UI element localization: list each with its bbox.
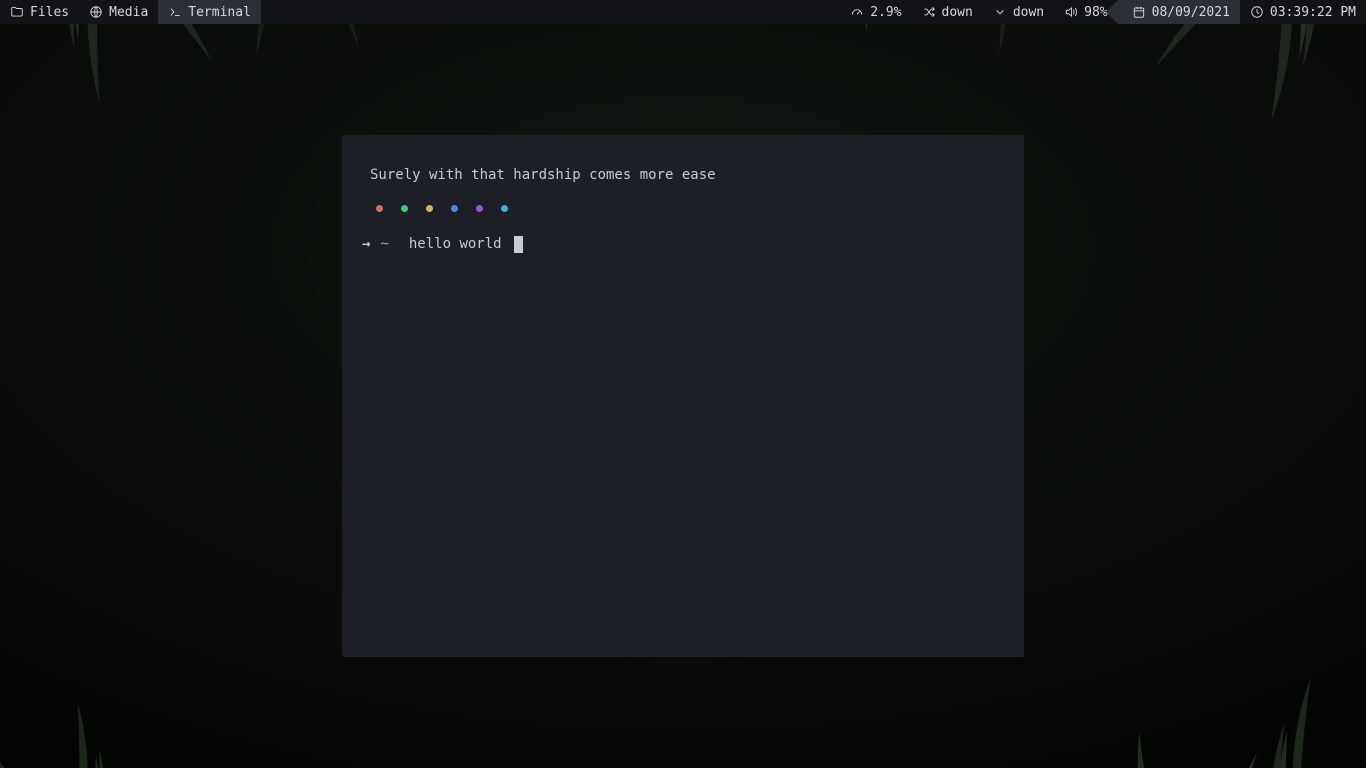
palette-dot bbox=[501, 205, 508, 212]
calendar-icon bbox=[1132, 5, 1146, 19]
prompt-arrow-icon: → bbox=[362, 234, 370, 256]
time-status[interactable]: 03:39:22 PM bbox=[1240, 0, 1366, 24]
status-group: 2.9% down down 98% 08/09/2021 03:39:22 P… bbox=[840, 0, 1366, 24]
cpu-status[interactable]: 2.9% bbox=[840, 0, 911, 24]
terminal-color-palette bbox=[376, 205, 1004, 212]
shuffle-icon bbox=[922, 5, 936, 19]
palette-dot bbox=[376, 205, 383, 212]
network-down-status[interactable]: down bbox=[983, 0, 1054, 24]
workspace-label: Terminal bbox=[188, 5, 251, 20]
workspace-list: Files Media Terminal bbox=[0, 0, 261, 24]
date-status[interactable]: 08/09/2021 bbox=[1118, 0, 1240, 24]
palette-dot bbox=[451, 205, 458, 212]
time-value: 03:39:22 PM bbox=[1270, 5, 1356, 20]
terminal-motd: Surely with that hardship comes more eas… bbox=[370, 165, 1004, 187]
terminal-icon bbox=[168, 5, 182, 19]
chevron-down-icon bbox=[993, 5, 1007, 19]
globe-icon bbox=[89, 5, 103, 19]
palette-dot bbox=[401, 205, 408, 212]
volume-icon bbox=[1064, 5, 1078, 19]
folder-icon bbox=[10, 5, 24, 19]
workspace-label: Files bbox=[30, 5, 69, 20]
palette-dot bbox=[426, 205, 433, 212]
network-up-status[interactable]: down bbox=[912, 0, 983, 24]
palette-dot bbox=[476, 205, 483, 212]
terminal-window[interactable]: Surely with that hardship comes more eas… bbox=[342, 135, 1024, 657]
volume-value: 98% bbox=[1084, 5, 1107, 20]
network-down-value: down bbox=[1013, 5, 1044, 20]
cpu-value: 2.9% bbox=[870, 5, 901, 20]
workspace-media[interactable]: Media bbox=[79, 0, 158, 24]
prompt-command: hello world bbox=[409, 234, 502, 256]
terminal-cursor bbox=[514, 236, 523, 253]
network-up-value: down bbox=[942, 5, 973, 20]
topbar: Files Media Terminal 2.9% down down 98% bbox=[0, 0, 1366, 24]
workspace-files[interactable]: Files bbox=[0, 0, 79, 24]
clock-icon bbox=[1250, 5, 1264, 19]
workspace-label: Media bbox=[109, 5, 148, 20]
gauge-icon bbox=[850, 5, 864, 19]
terminal-prompt-line[interactable]: → ~ hello world bbox=[362, 234, 1004, 256]
date-value: 08/09/2021 bbox=[1152, 5, 1230, 20]
prompt-cwd: ~ bbox=[380, 234, 388, 256]
workspace-terminal[interactable]: Terminal bbox=[158, 0, 261, 24]
